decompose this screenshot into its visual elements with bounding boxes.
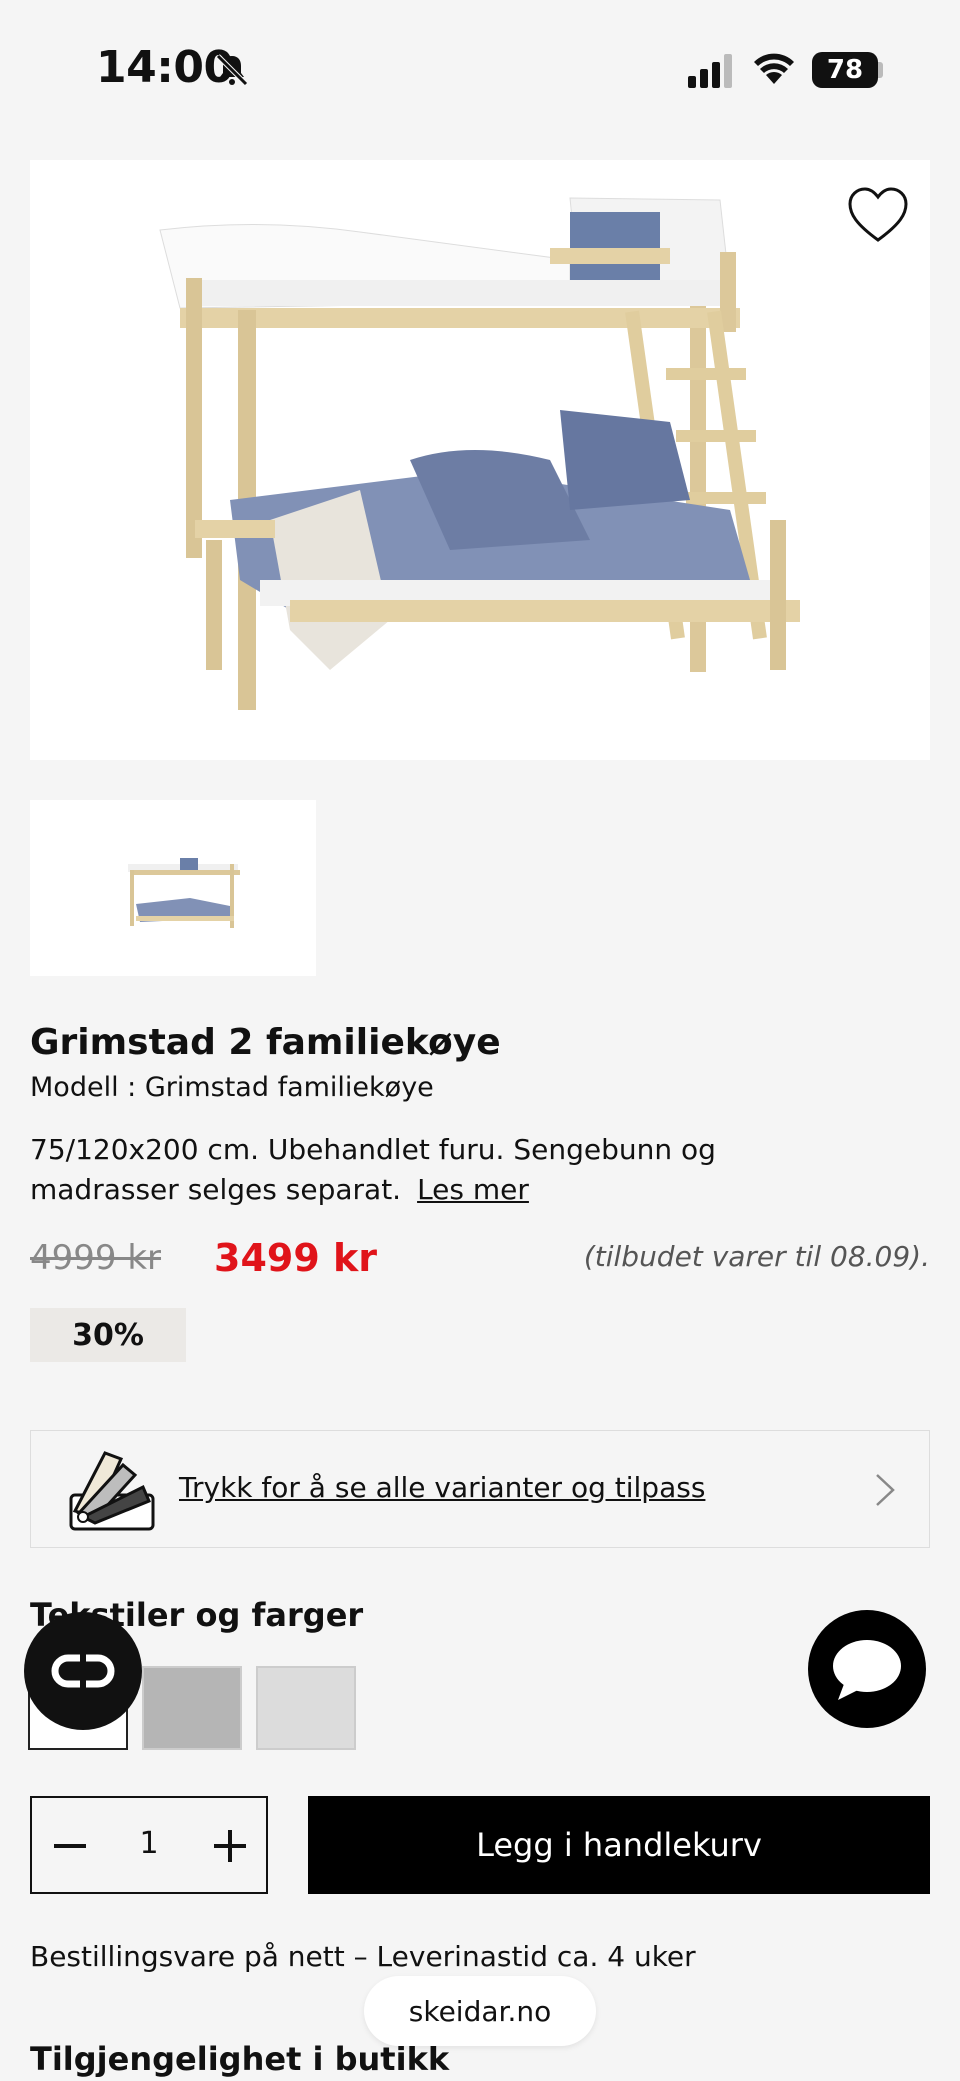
- bunk-bed-thumbnail: [128, 858, 240, 928]
- product-image[interactable]: [30, 160, 930, 760]
- sale-price: 3499 kr: [214, 1236, 378, 1280]
- offer-note: (tilbudet varer til 08.09).: [583, 1240, 930, 1273]
- quantity-stepper[interactable]: 1: [30, 1796, 268, 1894]
- product-description: 75/120x200 cm. Ubehandlet furu. Sengebun…: [30, 1130, 750, 1210]
- delivery-info: Bestillingsvare på nett – Leverinastid c…: [30, 1940, 696, 1973]
- color-swatch-grey[interactable]: [142, 1666, 242, 1750]
- thumbnail-image[interactable]: [30, 800, 316, 976]
- signal-icon: [688, 54, 732, 88]
- bell-muted-icon: [216, 54, 248, 86]
- status-bar: 14:00 78: [0, 0, 960, 140]
- battery-indicator: 78: [812, 52, 878, 88]
- add-to-cart-button[interactable]: Legg i handlekurv: [308, 1796, 930, 1894]
- url-bar[interactable]: skeidar.no: [364, 1976, 596, 2046]
- variants-button[interactable]: Trykk for å se alle varianter og tilpass: [30, 1430, 930, 1548]
- wifi-icon: [754, 53, 794, 84]
- color-fan-icon: [69, 1451, 155, 1531]
- chat-button[interactable]: [808, 1610, 926, 1728]
- link-loop-icon: [51, 1654, 115, 1688]
- availability-title: Tilgjengelighet i butikk: [30, 2040, 450, 2078]
- battery-tip: [878, 62, 883, 78]
- old-price: 4999 kr: [30, 1238, 162, 1278]
- chevron-right-icon: [876, 1474, 895, 1506]
- plus-icon[interactable]: [210, 1826, 250, 1866]
- discount-badge: 30%: [30, 1308, 186, 1362]
- product-title: Grimstad 2 familiekøye: [30, 1022, 501, 1063]
- color-swatch-light-grey[interactable]: [256, 1666, 356, 1750]
- chat-bubble-icon: [833, 1640, 901, 1700]
- read-more-link[interactable]: Les mer: [417, 1173, 529, 1206]
- variants-label: Trykk for å se alle varianter og tilpass: [179, 1471, 706, 1504]
- favorite-heart-icon[interactable]: [846, 186, 910, 246]
- product-model: Modell : Grimstad familiekøye: [30, 1072, 434, 1103]
- bunk-bed-illustration: [159, 197, 800, 710]
- description-text: 75/120x200 cm. Ubehandlet furu. Sengebun…: [30, 1133, 716, 1206]
- accessibility-button[interactable]: [24, 1612, 142, 1730]
- status-time: 14:00: [96, 42, 234, 93]
